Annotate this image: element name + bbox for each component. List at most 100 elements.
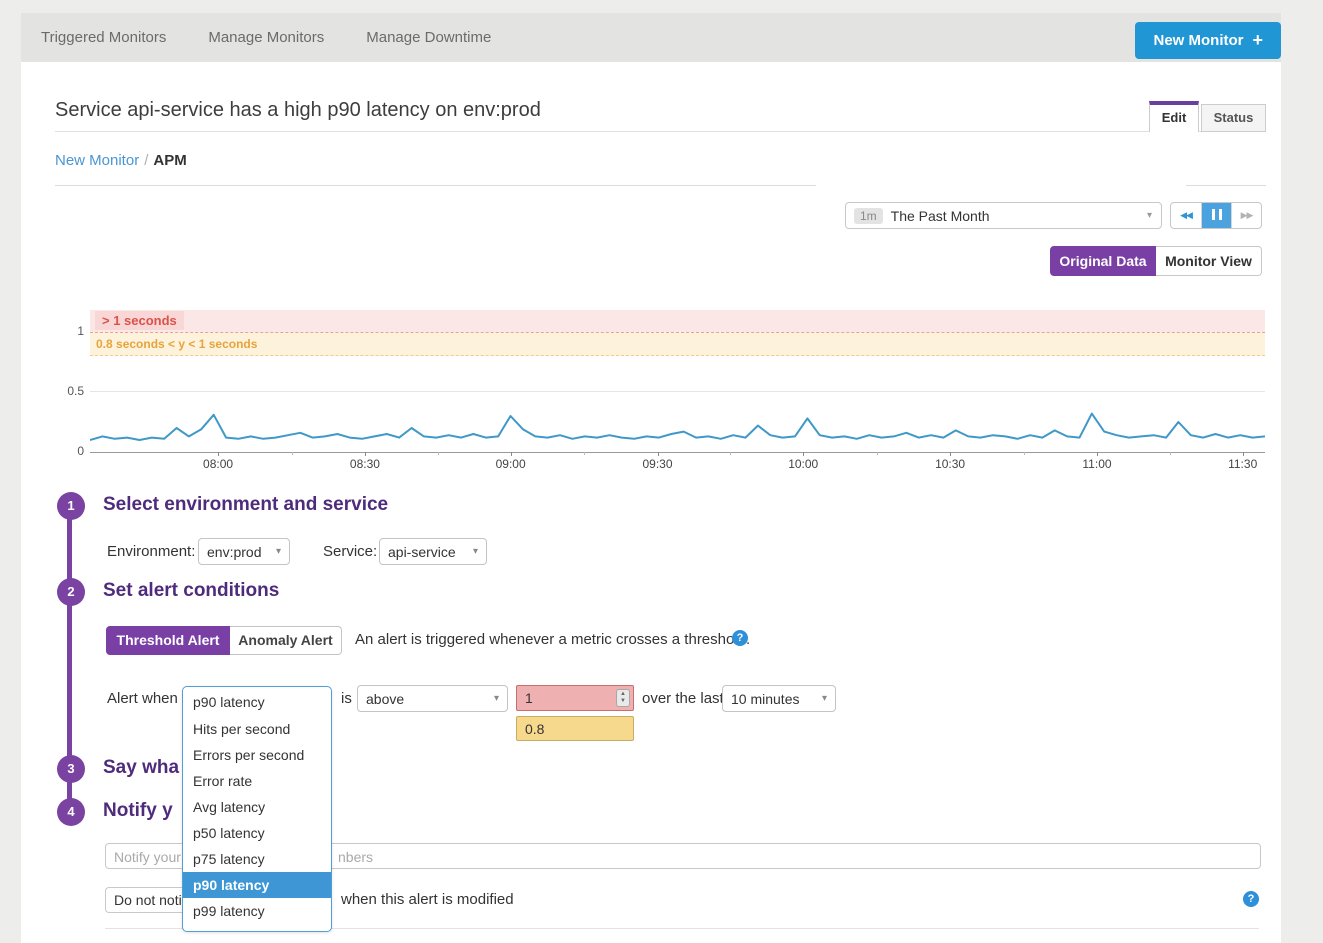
- original-data-button[interactable]: Original Data: [1050, 246, 1156, 276]
- step-3-heading: Say wha: [103, 757, 179, 779]
- time-range-select[interactable]: 1m The Past Month ▾: [845, 202, 1162, 229]
- y-axis-tick-label: 0: [44, 444, 84, 458]
- x-axis-tick-mark: [1097, 452, 1098, 456]
- step-3-badge: 3: [57, 755, 85, 783]
- new-monitor-label: New Monitor: [1153, 32, 1243, 49]
- metric-option[interactable]: Avg latency: [183, 794, 331, 820]
- x-axis-minor-tick: [438, 452, 439, 455]
- x-axis-minor-tick: [1024, 452, 1025, 455]
- x-axis-tick-mark: [1243, 452, 1244, 456]
- x-axis-minor-tick: [292, 452, 293, 455]
- x-axis-minor-tick: [877, 452, 878, 455]
- rewind-button[interactable]: ◀◀: [1171, 203, 1201, 228]
- new-monitor-button[interactable]: New Monitor +: [1135, 22, 1281, 59]
- notify-placeholder-right: nbers: [338, 849, 373, 865]
- metric-selected-value: p90 latency: [183, 687, 331, 716]
- step-2-heading: Set alert conditions: [103, 580, 279, 602]
- y-axis-labels: 10.50: [44, 310, 84, 452]
- metric-option[interactable]: p99 latency: [183, 898, 331, 924]
- section-divider-right: [1186, 185, 1266, 186]
- forward-button[interactable]: ▶▶: [1231, 203, 1261, 228]
- y-axis-tick-label: 0.5: [44, 384, 84, 398]
- window-select[interactable]: 10 minutes ▾: [722, 685, 836, 712]
- range-badge: 1m: [854, 208, 883, 224]
- metric-option[interactable]: Errors per second: [183, 742, 331, 768]
- metric-select-open[interactable]: p90 latency Hits per second Errors per s…: [182, 686, 332, 932]
- tab-status[interactable]: Status: [1201, 104, 1266, 132]
- x-axis-tick-label: 09:00: [496, 457, 526, 471]
- is-label: is: [341, 690, 352, 707]
- anomaly-alert-tab[interactable]: Anomaly Alert: [230, 626, 342, 655]
- notify-placeholder-left: Notify your s: [114, 849, 192, 865]
- monitor-view-button[interactable]: Monitor View: [1156, 246, 1262, 276]
- over-the-last-label: over the last: [642, 690, 724, 707]
- breadcrumb-current: APM: [153, 152, 186, 169]
- x-axis-tick-label: 10:00: [788, 457, 818, 471]
- window-value: 10 minutes: [731, 691, 799, 707]
- nav-item-manage-monitors[interactable]: Manage Monitors: [208, 29, 324, 46]
- x-axis-tick-label: 11:00: [1082, 457, 1111, 471]
- warning-threshold-value: 0.8: [525, 721, 544, 737]
- x-axis-minor-tick: [1170, 452, 1171, 455]
- alert-threshold-input[interactable]: 1 ▲▼: [516, 685, 634, 711]
- tab-edit[interactable]: Edit: [1149, 101, 1199, 132]
- x-axis-tick-mark: [658, 452, 659, 456]
- metric-option-selected[interactable]: p90 latency: [183, 872, 331, 898]
- top-nav: Triggered Monitors Manage Monitors Manag…: [21, 13, 1281, 62]
- x-axis-minor-tick: [584, 452, 585, 455]
- chevron-down-icon: ▾: [814, 693, 827, 704]
- alert-modified-label: when this alert is modified: [341, 891, 514, 908]
- playback-controls: ◀◀ ▶▶: [1170, 202, 1262, 229]
- help-icon[interactable]: ?: [732, 630, 748, 646]
- nav-item-manage-downtime[interactable]: Manage Downtime: [366, 29, 491, 46]
- chevron-down-icon: ▾: [465, 546, 478, 557]
- stepper-icon[interactable]: ▲▼: [616, 689, 630, 707]
- comparison-value: above: [366, 691, 404, 707]
- title-divider: [55, 131, 1266, 132]
- forward-icon: ▶▶: [1241, 210, 1253, 221]
- rewind-icon: ◀◀: [1180, 210, 1192, 221]
- x-axis-tick-mark: [511, 452, 512, 456]
- x-axis-minor-tick: [730, 452, 731, 455]
- step-4-heading: Notify y: [103, 800, 173, 822]
- x-axis-tick-mark: [218, 452, 219, 456]
- breadcrumb-new-monitor-link[interactable]: New Monitor: [55, 152, 139, 169]
- page-title: Service api-service has a high p90 laten…: [55, 99, 541, 122]
- chevron-down-icon: ▾: [268, 546, 281, 557]
- pause-button[interactable]: [1201, 203, 1231, 228]
- monitor-edit-page: Triggered Monitors Manage Monitors Manag…: [0, 0, 1323, 943]
- section-divider: [55, 185, 816, 186]
- help-icon[interactable]: ?: [1243, 891, 1259, 907]
- x-axis-labels: 08:0008:3009:0009:3010:0010:3011:0011:30: [90, 457, 1265, 473]
- alert-when-label: Alert when: [107, 690, 178, 707]
- step-2-badge: 2: [57, 578, 85, 606]
- metric-option[interactable]: p50 latency: [183, 820, 331, 846]
- nav-item-triggered-monitors[interactable]: Triggered Monitors: [41, 29, 166, 46]
- alert-description: An alert is triggered whenever a metric …: [355, 631, 750, 648]
- step-4-badge: 4: [57, 798, 85, 826]
- x-axis-tick-label: 08:30: [350, 457, 380, 471]
- x-axis-tick-mark: [803, 452, 804, 456]
- latency-line-chart: [90, 310, 1265, 452]
- x-axis-tick-label: 10:30: [935, 457, 965, 471]
- step-1-badge: 1: [57, 492, 85, 520]
- service-value: api-service: [388, 544, 456, 560]
- step-1-heading: Select environment and service: [103, 494, 388, 516]
- threshold-alert-tab[interactable]: Threshold Alert: [106, 626, 230, 655]
- comparison-select[interactable]: above ▾: [357, 685, 508, 712]
- x-axis-tick-label: 08:00: [203, 457, 233, 471]
- metric-option[interactable]: Hits per second: [183, 716, 331, 742]
- service-select[interactable]: api-service ▾: [379, 538, 487, 565]
- warning-threshold-input[interactable]: 0.8: [516, 716, 634, 741]
- breadcrumb-separator: /: [144, 152, 148, 169]
- environment-select[interactable]: env:prod ▾: [198, 538, 290, 565]
- chevron-down-icon: ▾: [1147, 210, 1152, 221]
- service-label: Service:: [323, 543, 377, 560]
- environment-value: env:prod: [207, 544, 261, 560]
- x-axis-tick-mark: [950, 452, 951, 456]
- metric-option[interactable]: p75 latency: [183, 846, 331, 872]
- alert-threshold-value: 1: [525, 690, 533, 706]
- chevron-down-icon: ▾: [486, 693, 499, 704]
- range-label: The Past Month: [891, 208, 1147, 224]
- metric-option[interactable]: Error rate: [183, 768, 331, 794]
